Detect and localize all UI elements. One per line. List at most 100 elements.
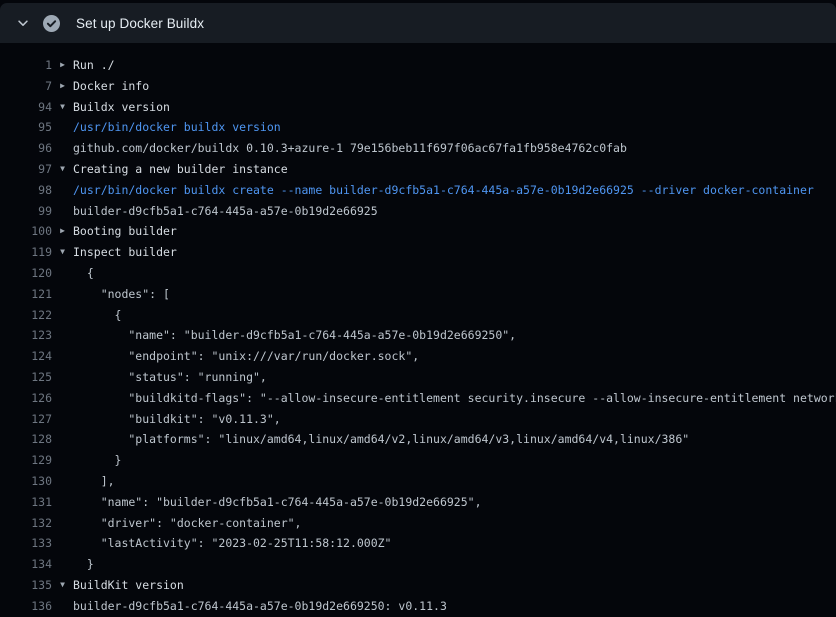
line-number[interactable]: 100 [0, 221, 52, 242]
group-toggle-icon [52, 492, 73, 513]
group-toggle-icon [52, 117, 73, 138]
line-number[interactable]: 132 [0, 513, 52, 534]
log-line[interactable]: 94 ▼ Buildx version [0, 97, 836, 118]
group-toggle-icon[interactable]: ▼ [52, 242, 73, 263]
log-line: 136 builder-d9cfb5a1-c764-445a-a57e-0b19… [0, 596, 836, 617]
log-text: Run ./ [73, 55, 836, 76]
line-number[interactable]: 134 [0, 554, 52, 575]
log-text: builder-d9cfb5a1-c764-445a-a57e-0b19d2e6… [73, 201, 836, 222]
log-text: /usr/bin/docker buildx create --name bui… [73, 180, 836, 201]
check-circle-icon [38, 15, 64, 32]
group-toggle-icon [52, 367, 73, 388]
log-text: "name": "builder-d9cfb5a1-c764-445a-a57e… [73, 325, 836, 346]
log-text: "status": "running", [73, 367, 836, 388]
line-number[interactable]: 135 [0, 575, 52, 596]
log-text: "buildkit": "v0.11.3", [73, 409, 836, 430]
log-text: Creating a new builder instance [73, 159, 836, 180]
group-toggle-icon[interactable]: ▶ [52, 55, 73, 76]
log-text: github.com/docker/buildx 0.10.3+azure-1 … [73, 138, 836, 159]
log-text: Docker info [73, 76, 836, 97]
line-number[interactable]: 131 [0, 492, 52, 513]
group-toggle-icon [52, 325, 73, 346]
log-text: { [73, 305, 836, 326]
group-toggle-icon [52, 450, 73, 471]
line-number[interactable]: 123 [0, 325, 52, 346]
group-toggle-icon [52, 180, 73, 201]
log-line: 126 "buildkitd-flags": "--allow-insecure… [0, 388, 836, 409]
log-line: 121 "nodes": [ [0, 284, 836, 305]
group-toggle-icon [52, 513, 73, 534]
line-number[interactable]: 121 [0, 284, 52, 305]
log-line[interactable]: 97 ▼ Creating a new builder instance [0, 159, 836, 180]
log-text: "endpoint": "unix:///var/run/docker.sock… [73, 346, 836, 367]
step-header[interactable]: Set up Docker Buildx [0, 3, 836, 43]
log-text: "nodes": [ [73, 284, 836, 305]
log-line: 99 builder-d9cfb5a1-c764-445a-a57e-0b19d… [0, 201, 836, 222]
line-number[interactable]: 128 [0, 429, 52, 450]
line-number[interactable]: 124 [0, 346, 52, 367]
log-console: 1 ▶ Run ./ 7 ▶ Docker info 94 ▼ Buildx v… [0, 55, 836, 617]
group-toggle-icon [52, 596, 73, 617]
line-number[interactable]: 7 [0, 76, 52, 97]
log-line: 125 "status": "running", [0, 367, 836, 388]
log-line[interactable]: 135 ▼ BuildKit version [0, 575, 836, 596]
group-toggle-icon [52, 263, 73, 284]
log-line: 96 github.com/docker/buildx 0.10.3+azure… [0, 138, 836, 159]
group-toggle-icon [52, 346, 73, 367]
log-line[interactable]: 1 ▶ Run ./ [0, 55, 836, 76]
log-text: "lastActivity": "2023-02-25T11:58:12.000… [73, 533, 836, 554]
line-number[interactable]: 119 [0, 242, 52, 263]
line-number[interactable]: 99 [0, 201, 52, 222]
log-text: builder-d9cfb5a1-c764-445a-a57e-0b19d2e6… [73, 596, 836, 617]
group-toggle-icon[interactable]: ▼ [52, 97, 73, 118]
line-number[interactable]: 126 [0, 388, 52, 409]
log-text: "buildkitd-flags": "--allow-insecure-ent… [73, 388, 836, 409]
line-number[interactable]: 127 [0, 409, 52, 430]
group-toggle-icon[interactable]: ▼ [52, 159, 73, 180]
log-line: 128 "platforms": "linux/amd64,linux/amd6… [0, 429, 836, 450]
group-toggle-icon [52, 138, 73, 159]
line-number[interactable]: 1 [0, 55, 52, 76]
log-line: 127 "buildkit": "v0.11.3", [0, 409, 836, 430]
log-line: 122 { [0, 305, 836, 326]
log-line[interactable]: 100 ▶ Booting builder [0, 221, 836, 242]
line-number[interactable]: 125 [0, 367, 52, 388]
log-line: 95 /usr/bin/docker buildx version [0, 117, 836, 138]
group-toggle-icon[interactable]: ▼ [52, 575, 73, 596]
step-title: Set up Docker Buildx [76, 16, 204, 31]
log-text: Buildx version [73, 97, 836, 118]
log-text: } [73, 450, 836, 471]
line-number[interactable]: 98 [0, 180, 52, 201]
group-toggle-icon [52, 533, 73, 554]
log-text: } [73, 554, 836, 575]
line-number[interactable]: 97 [0, 159, 52, 180]
log-line: 132 "driver": "docker-container", [0, 513, 836, 534]
group-toggle-icon [52, 429, 73, 450]
log-line[interactable]: 7 ▶ Docker info [0, 76, 836, 97]
log-line[interactable]: 119 ▼ Inspect builder [0, 242, 836, 263]
line-number[interactable]: 120 [0, 263, 52, 284]
log-text: ], [73, 471, 836, 492]
log-line: 129 } [0, 450, 836, 471]
line-number[interactable]: 94 [0, 97, 52, 118]
log-line: 124 "endpoint": "unix:///var/run/docker.… [0, 346, 836, 367]
chevron-down-icon[interactable] [8, 16, 38, 30]
group-toggle-icon [52, 284, 73, 305]
line-number[interactable]: 130 [0, 471, 52, 492]
log-line: 120 { [0, 263, 836, 284]
line-number[interactable]: 95 [0, 117, 52, 138]
log-text: "name": "builder-d9cfb5a1-c764-445a-a57e… [73, 492, 836, 513]
group-toggle-icon[interactable]: ▶ [52, 221, 73, 242]
group-toggle-icon [52, 305, 73, 326]
log-text: /usr/bin/docker buildx version [73, 117, 836, 138]
group-toggle-icon [52, 471, 73, 492]
group-toggle-icon [52, 554, 73, 575]
line-number[interactable]: 133 [0, 533, 52, 554]
log-line: 134 } [0, 554, 836, 575]
line-number[interactable]: 136 [0, 596, 52, 617]
line-number[interactable]: 96 [0, 138, 52, 159]
log-line: 131 "name": "builder-d9cfb5a1-c764-445a-… [0, 492, 836, 513]
line-number[interactable]: 122 [0, 305, 52, 326]
line-number[interactable]: 129 [0, 450, 52, 471]
group-toggle-icon[interactable]: ▶ [52, 76, 73, 97]
